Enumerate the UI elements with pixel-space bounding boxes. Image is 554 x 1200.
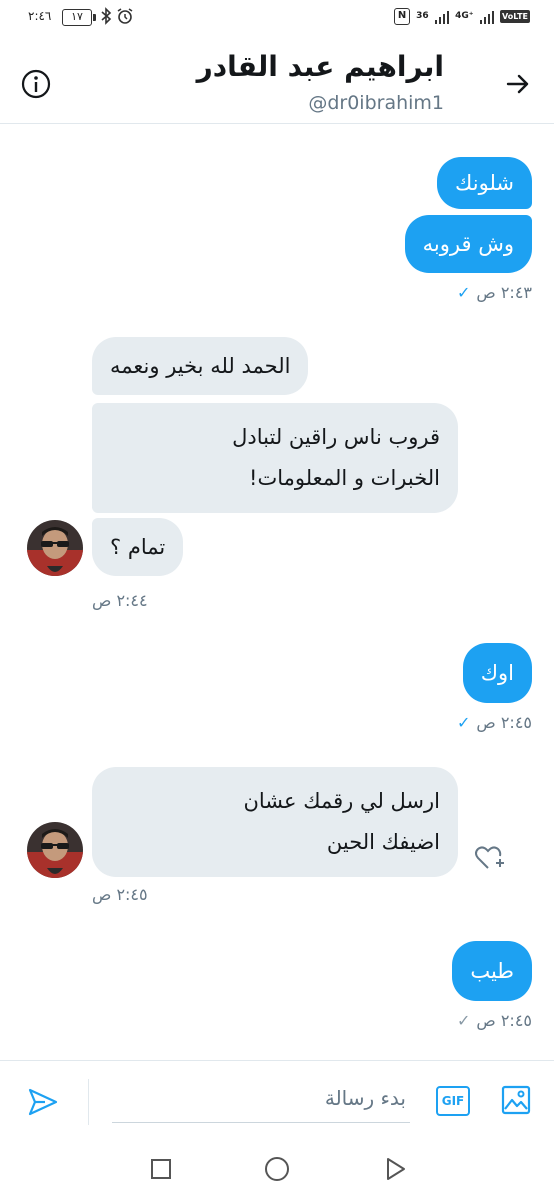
send-icon [28,1088,58,1116]
message-list[interactable]: شلونك وش قروبه ✓ ٢:٤٣ ص الحمد لله بخير و… [0,125,554,1060]
home-button[interactable] [262,1154,292,1184]
signal-icon [434,10,450,24]
nfc-icon: N [394,8,411,25]
home-icon [265,1157,289,1181]
message-bubble-incoming[interactable]: الحمد لله بخير ونعمه [92,337,309,395]
network-3g-label: 36 [416,11,429,21]
wifi-icon [479,10,495,24]
bluetooth-icon [100,7,112,29]
message-time: ٢:٤٥ ص [476,1011,532,1030]
message-time: ٢:٤٤ ص [92,591,148,610]
arrow-right-icon [506,74,529,94]
recent-apps-icon [151,1159,171,1179]
avatar[interactable] [27,520,83,576]
message-composer: GIF [0,1060,554,1142]
message-bubble-outgoing[interactable]: شلونك [437,157,532,209]
composer-divider [88,1079,89,1125]
message-time: ٢:٤٥ ص [92,885,148,904]
image-icon [501,1085,531,1115]
message-meta: ✓ ٢:٤٥ ص [457,713,532,732]
like-button[interactable] [472,841,506,875]
status-time: ٢:٤٦ [28,9,52,23]
checkmark-icon: ✓ [456,1011,471,1030]
message-input[interactable] [112,1073,410,1123]
info-button[interactable] [16,64,56,104]
recent-apps-button[interactable] [146,1154,176,1184]
image-button[interactable] [498,1082,534,1118]
send-button[interactable] [24,1083,62,1121]
message-bubble-outgoing[interactable]: طيب [452,941,532,1001]
message-bubble-outgoing[interactable]: اوك [462,643,532,703]
system-navigation-bar [0,1142,554,1200]
info-icon [21,69,51,99]
avatar[interactable] [27,822,83,878]
alarm-icon [116,7,134,29]
status-right-icons: N 36 4G⁺ VoLTE [394,8,530,25]
message-line: اضيفك الحين [326,830,440,854]
back-button[interactable] [498,64,538,104]
message-bubble-outgoing[interactable]: وش قروبه [404,215,532,273]
message-meta: ٢:٤٥ ص [92,885,148,904]
message-bubble-incoming[interactable]: تمام ؟ [92,518,184,576]
message-line: الخبرات و المعلومات! [249,466,440,490]
volte-icon: VoLTE [500,10,530,23]
heart-plus-icon [475,846,504,869]
checkmark-icon: ✓ [456,283,471,302]
message-line: ارسل لي رقمك عشان [243,789,440,813]
message-time: ٢:٤٣ ص [476,283,532,302]
back-triangle-icon [387,1158,405,1180]
message-bubble-incoming[interactable]: ارسل لي رقمك عشان اضيفك الحين [92,767,458,877]
conversation-title: ابراهيم عبد القادر [196,50,444,83]
message-meta: ✓ ٢:٤٣ ص [457,283,532,302]
network-4g-label: 4G⁺ [455,11,474,21]
checkmark-icon: ✓ [456,713,471,732]
message-meta: ✓ ٢:٤٥ ص [457,1011,532,1030]
gif-button[interactable]: GIF [436,1086,470,1116]
status-bar: ٢:٤٦ ١٧ N 36 4G⁺ VoLTE [0,0,554,36]
message-line: قروب ناس راقين لتبادل [232,425,440,449]
message-bubble-incoming[interactable]: قروب ناس راقين لتبادل الخبرات و المعلوما… [92,403,458,513]
battery-icon: ١٧ [62,9,96,26]
message-meta: ٢:٤٤ ص [92,591,148,610]
system-back-button[interactable] [380,1154,410,1184]
conversation-header: ابراهيم عبد القادر @dr0ibrahim1 [0,36,554,124]
message-time: ٢:٤٥ ص [476,713,532,732]
conversation-handle: @dr0ibrahim1 [308,92,444,114]
